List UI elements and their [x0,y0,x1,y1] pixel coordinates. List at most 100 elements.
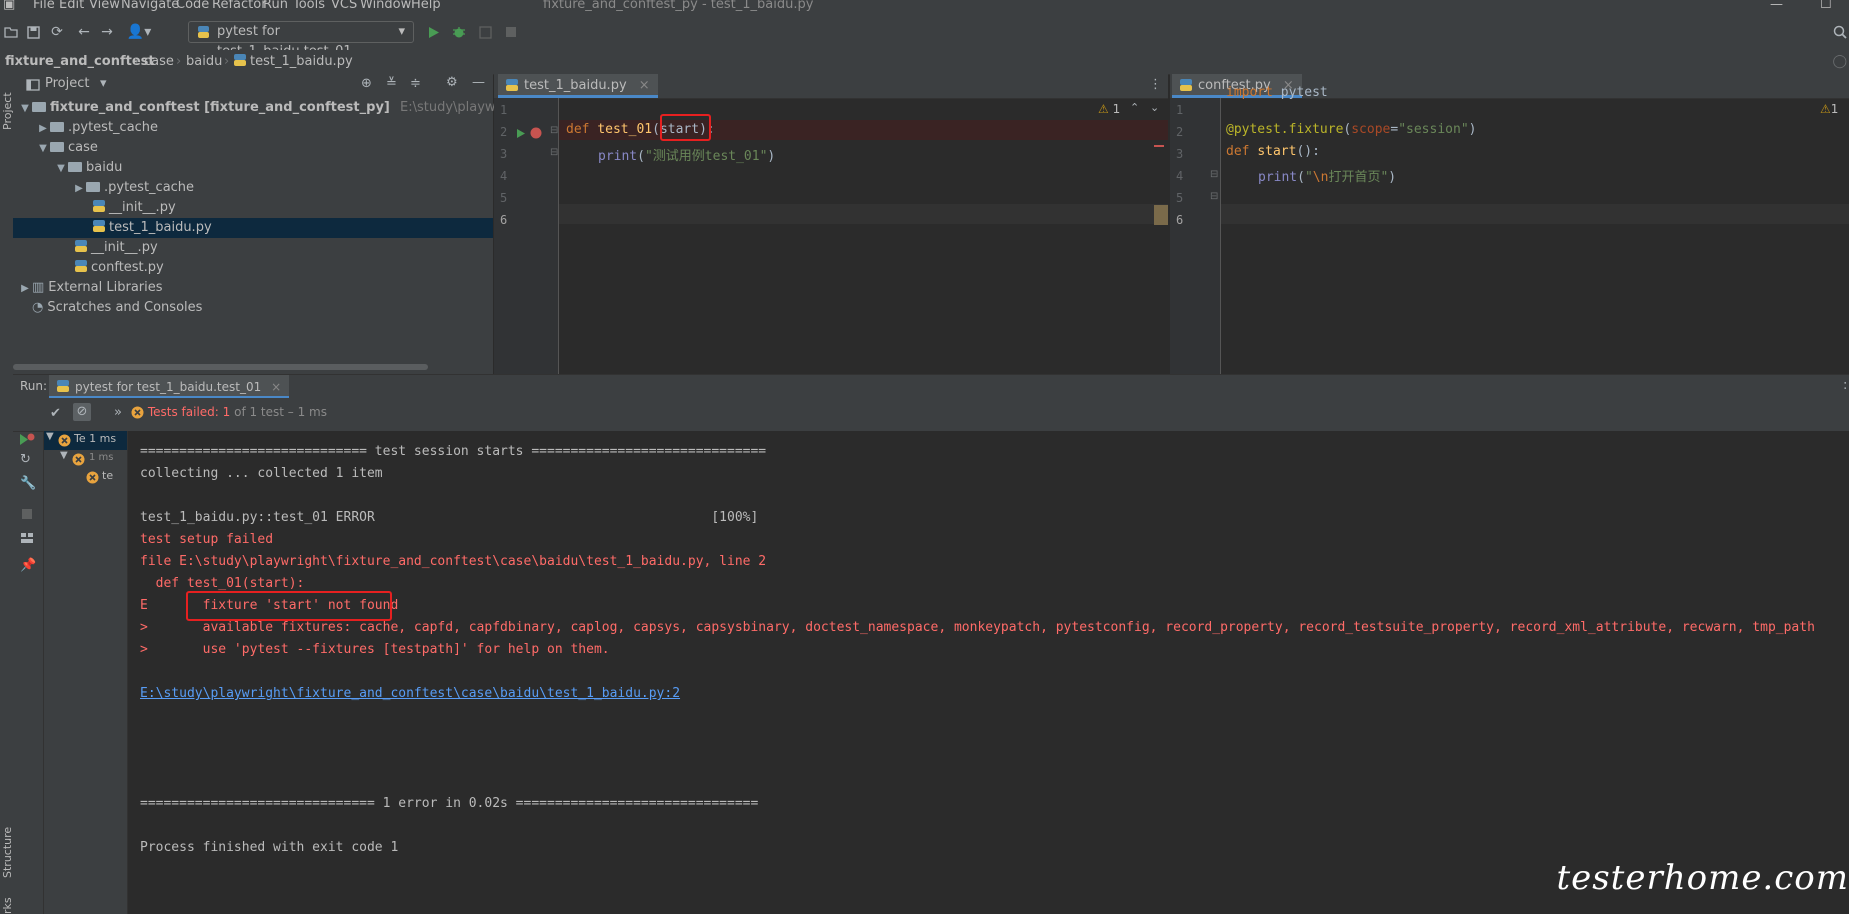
open-folder-icon[interactable] [2,23,20,41]
tree-item-pytest-cache[interactable]: ▶ .pytest_cache [36,118,158,138]
sync-icon[interactable]: ⟳ [48,23,66,41]
settings-icon[interactable]: : [1843,378,1847,393]
pin-icon: ◯ [1832,54,1847,69]
menu-edit[interactable]: Edit [59,0,84,12]
code-line-3[interactable]: print("测试用例test_01") [598,145,775,164]
toggle-auto-test-icon[interactable]: ↻ [20,452,31,467]
hide-icon[interactable]: — [472,75,485,90]
menu-code[interactable]: Code [176,0,209,12]
menu-vcs[interactable]: VCS [331,0,357,12]
locate-icon[interactable]: ⊕ [361,76,372,91]
gear-icon[interactable]: ⚙ [446,75,458,90]
test-results-tree: ▼ Te 1 ms ▼ 1 ms te [44,431,128,914]
close-icon[interactable]: × [271,380,281,394]
more-icon[interactable]: » [114,405,122,420]
more-options-icon[interactable]: ⋮ [1149,77,1162,92]
tree-item-case[interactable]: ▼ case [36,138,98,158]
breadcrumb-item-case[interactable]: case [144,50,174,74]
console-output[interactable]: ============================= test sessi… [128,431,1849,914]
project-view-icon [26,79,40,91]
line-number: 2 [500,125,508,139]
file-link[interactable]: E:\study\playwright\fixture_and_conftest… [140,686,680,701]
fold-icon[interactable]: ⊟ [550,147,558,158]
tree-item-baidu-pytest-cache[interactable]: ▶ .pytest_cache [72,178,194,198]
tree-item-case-init[interactable]: __init__.py [75,238,158,258]
menu-refactor[interactable]: Refactor [212,0,267,12]
console-line: > available fixtures: cache, capfd, capf… [140,620,1815,635]
editor-tab-bar: test_1_baidu.py × ⋮ [494,74,1168,99]
maximize-icon[interactable]: ☐ [1820,0,1832,12]
menu-file[interactable]: File [33,0,55,12]
line-number: 5 [500,191,508,205]
user-dropdown-icon[interactable]: 👤▾ [124,23,154,41]
code-string: " [1304,170,1313,185]
breadcrumb-item-file[interactable]: test_1_baidu.py [234,50,353,74]
search-icon[interactable] [1831,23,1849,41]
folder-icon [32,101,46,112]
console-line: > use 'pytest --fixtures [testpath]' for… [140,642,610,657]
expand-all-icon[interactable]: ≚ [386,76,397,91]
breakpoint-icon[interactable] [530,127,542,139]
code-line-4[interactable]: def start(): [1226,144,1320,159]
fold-icon[interactable]: ⊟ [1210,169,1218,180]
tree-item-external-libraries[interactable]: ▶ ▥ External Libraries [18,278,162,298]
fold-icon[interactable]: ⊟ [1210,191,1218,202]
run-tab[interactable]: pytest for test_1_baidu.test_01 × [49,375,290,399]
back-icon[interactable]: ← [75,23,93,41]
stop-icon[interactable] [21,508,33,520]
error-stripe-marker[interactable] [1154,145,1164,147]
menu-help[interactable]: Help [411,0,441,12]
breadcrumb-item-baidu[interactable]: baidu [186,50,222,74]
breadcrumb-item-project[interactable]: fixture_and_conftest [5,50,155,74]
line-number: 2 [1176,125,1184,139]
collapse-all-icon[interactable]: ≑ [410,76,421,91]
horizontal-scrollbar[interactable] [13,364,428,370]
minimize-icon[interactable]: — [1770,0,1783,12]
tree-item-test-1-baidu[interactable]: test_1_baidu.py [13,218,493,238]
watermark: testerhome.com [1556,858,1849,898]
code-line-1[interactable]: import pytest [1226,85,1328,100]
warning-indicator[interactable]: ⚠1 [1820,102,1838,116]
menu-view[interactable]: View [89,0,120,12]
scroll-thumb[interactable] [1154,205,1168,225]
close-icon[interactable]: × [639,78,650,93]
pin-icon[interactable]: 📌 [20,558,36,573]
stop-icon[interactable] [502,23,520,41]
menu-window[interactable]: Window [360,0,411,12]
test-tree-leaf[interactable]: te [44,468,127,486]
coverage-icon[interactable] [476,23,494,41]
forward-icon[interactable]: → [98,23,116,41]
rerun-failed-icon[interactable] [19,433,35,447]
menu-tools[interactable]: Tools [293,0,325,12]
tree-item-scratches[interactable]: ◔ Scratches and Consoles [32,298,202,318]
show-ignored-icon[interactable]: ⊘ [73,403,91,421]
show-passed-icon[interactable]: ✔ [50,406,61,421]
save-icon[interactable] [24,23,42,41]
test-tree-root[interactable]: ▼ Te 1 ms [44,431,127,450]
python-file-icon [75,240,87,252]
warning-indicator[interactable]: ⚠ 1 [1098,102,1120,116]
code-line-3[interactable]: @pytest.fixture(scope="session") [1226,122,1476,137]
menu-navigate[interactable]: Navigate [121,0,179,12]
fold-icon[interactable]: ⊟ [550,125,558,136]
run-icon[interactable] [425,23,443,41]
chevron-down-icon[interactable]: ⌄ [1150,101,1159,114]
chevron-down-icon[interactable]: ▾ [100,76,107,91]
run-configuration-select[interactable]: pytest for test_1_baidu.test_01 ▾ [188,21,414,59]
tree-item-baidu-init[interactable]: __init__.py [93,198,176,218]
project-view-label[interactable]: Project [45,76,89,91]
run-gutter-icon[interactable] [516,128,526,139]
debug-icon[interactable] [450,23,468,41]
console-line: test_1_baidu.py::test_01 ERROR [100%] [140,510,759,525]
failed-icon [131,406,144,419]
chevron-up-icon[interactable]: ⌃ [1130,101,1139,114]
menu-run[interactable]: Run [263,0,288,12]
wrench-icon[interactable]: 🔧 [20,476,36,491]
layout-icon[interactable] [20,532,34,544]
test-tree-node[interactable]: ▼ 1 ms [44,450,127,468]
tree-item-baidu[interactable]: ▼ baidu [54,158,122,178]
tree-item-conftest[interactable]: conftest.py [75,258,164,278]
code-line-5[interactable]: print("\n打开首页") [1258,166,1396,185]
test-tree-label: 1 ms [89,452,114,463]
tab-test-1-baidu[interactable]: test_1_baidu.py × [498,74,658,98]
